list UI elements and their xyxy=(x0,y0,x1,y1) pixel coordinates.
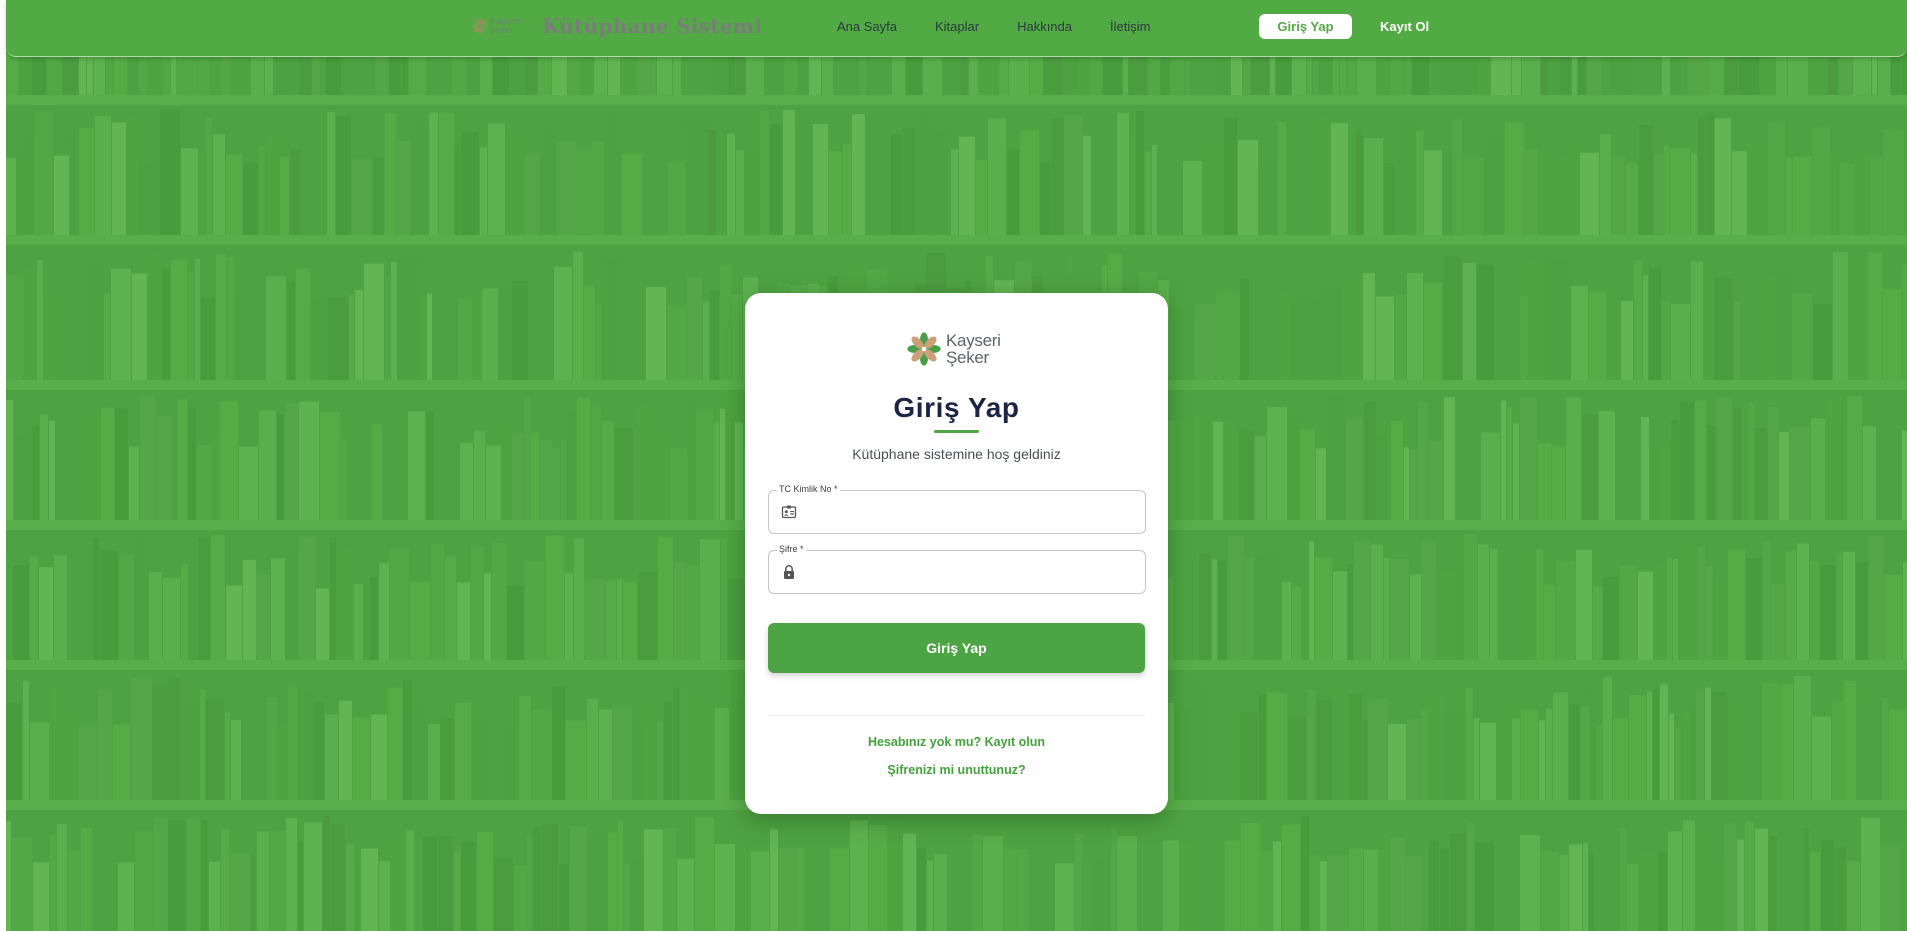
logo-line2: Şeker xyxy=(946,348,989,367)
kayseri-seker-logo: Kayseri Şeker xyxy=(906,331,1001,367)
nav-link-about[interactable]: Hakkında xyxy=(1017,19,1072,34)
lock-icon xyxy=(784,565,794,579)
tc-kimlik-input[interactable] xyxy=(807,497,1137,527)
title-underline xyxy=(934,430,979,433)
password-field[interactable]: Şifre * xyxy=(768,543,1146,594)
flower-logo-icon xyxy=(907,332,941,366)
logo-line1: Kayseri xyxy=(946,331,1001,350)
password-label: Şifre * xyxy=(777,543,806,555)
top-navbar: Kayseri Şeker Kütüphane Sistemi Ana Sayf… xyxy=(6,0,1907,57)
divider xyxy=(768,715,1145,716)
logo-line2: Şeker xyxy=(490,25,514,35)
brand[interactable]: Kayseri Şeker Kütüphane Sistemi xyxy=(472,14,762,38)
tc-kimlik-label: TC Kimlik No * xyxy=(777,483,840,495)
login-card: Kayseri Şeker Giriş Yap Kütüphane sistem… xyxy=(745,293,1168,814)
password-input[interactable] xyxy=(807,557,1137,587)
kayseri-seker-logo-small: Kayseri Şeker xyxy=(472,17,520,35)
forgot-password-link[interactable]: Şifrenizi mi unuttunuz? xyxy=(745,763,1168,777)
nav-links: Ana Sayfa Kitaplar Hakkında İletişim xyxy=(837,19,1188,34)
login-subtitle: Kütüphane sistemine hoş geldiniz xyxy=(852,446,1061,462)
nav-link-books[interactable]: Kitaplar xyxy=(935,19,979,34)
nav-login-button[interactable]: Giriş Yap xyxy=(1259,14,1352,39)
nav-register-button[interactable]: Kayıt Ol xyxy=(1380,19,1429,34)
register-link[interactable]: Hesabınız yok mu? Kayıt olun xyxy=(745,735,1168,749)
flower-logo-icon xyxy=(472,18,488,34)
site-title: Kütüphane Sistemi xyxy=(542,14,763,38)
nav-link-contact[interactable]: İletişim xyxy=(1110,19,1150,34)
id-card-icon xyxy=(781,505,797,519)
login-title: Giriş Yap xyxy=(893,392,1020,423)
tc-kimlik-field[interactable]: TC Kimlik No * xyxy=(768,483,1146,534)
nav-link-home[interactable]: Ana Sayfa xyxy=(837,19,897,34)
login-submit-button[interactable]: Giriş Yap xyxy=(768,623,1145,673)
